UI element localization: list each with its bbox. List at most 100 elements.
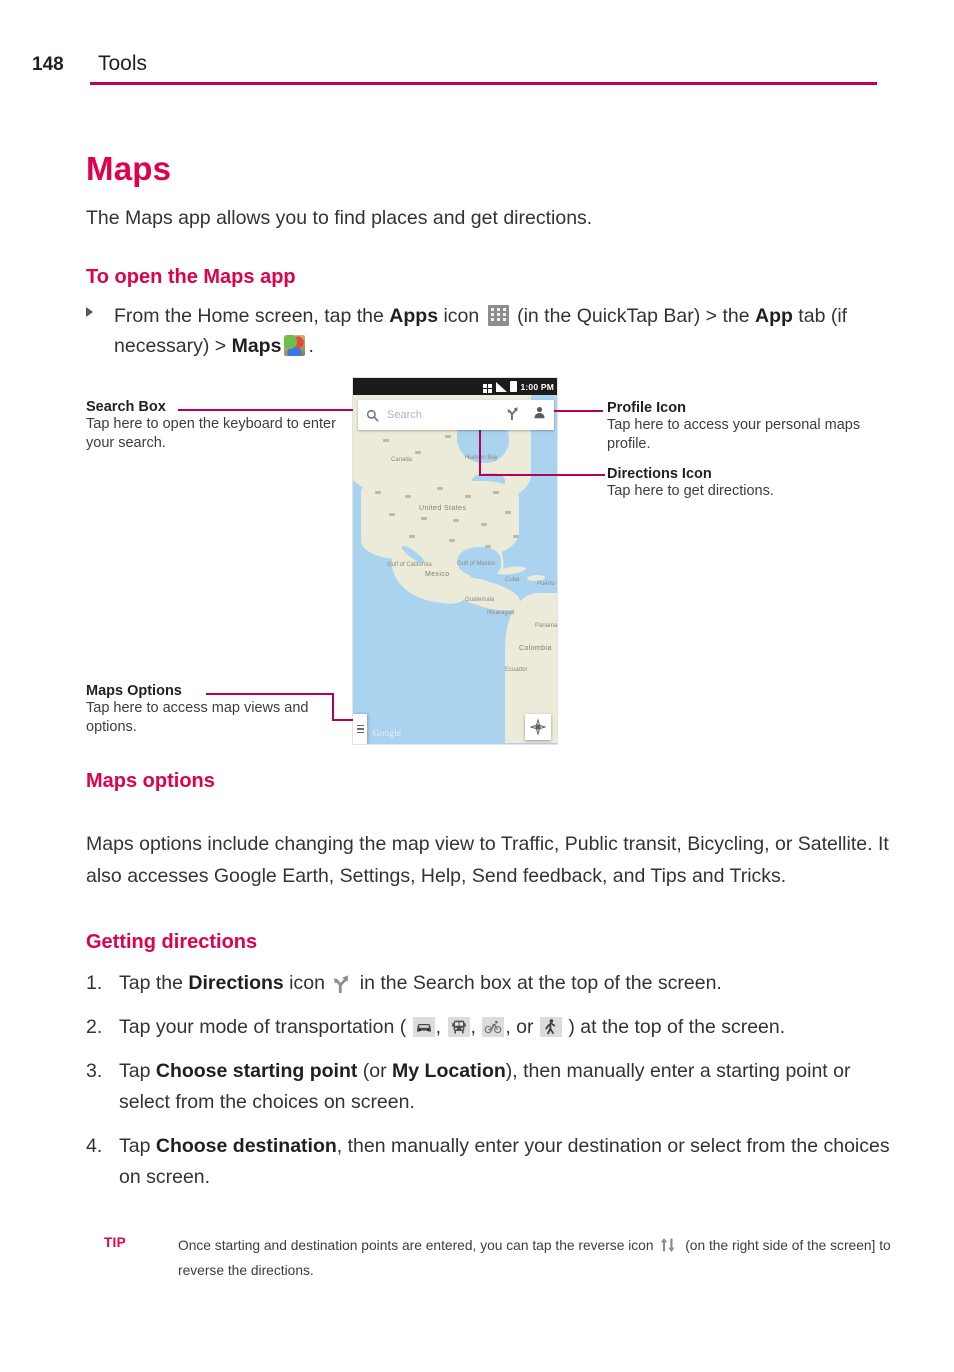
callout-line-maps-options-tail [332,719,353,721]
profile-person-icon [534,406,545,419]
bullet-text-part5: . [308,335,314,357]
bullet-bold-maps: Maps [231,335,282,357]
callout-line-search-box [178,409,353,411]
step-2-sep1: , [435,1016,447,1038]
bullet-text-part2: icon [438,305,485,327]
step-2-number: 2. [86,1016,103,1038]
callout-maps-options: Maps Options Tap here to access map view… [86,683,336,737]
step-1-number: 1. [86,972,103,994]
step-1-part2: icon [283,972,331,994]
bullet-arrow-icon [86,307,93,317]
search-box[interactable]: Search [358,400,554,430]
step-3-part1: Tap [119,1060,156,1082]
callout-line-maps-options-vert [332,693,334,721]
step-2-part1: Tap your mode of transportation ( [119,1016,412,1038]
hamburger-lines-icon [356,724,364,727]
step-3: 3. Tap Choose starting point (or My Locat… [86,1056,906,1118]
bullet-text-part3: (in the QuickTap Bar) > the [511,305,755,327]
maps-options-paragraph: Maps options include changing the map vi… [86,832,889,887]
directions-fork-icon [507,406,518,421]
callout-title-maps-options: Maps Options [86,683,182,699]
step-2-sep2: , [470,1016,482,1038]
map-label-hudson-bay: Hudson Bay [465,455,498,461]
step-3-bold-my-location: My Location [392,1060,506,1082]
tip-body: Once starting and destination points are… [178,1233,894,1283]
page-title: Maps [86,150,172,187]
callout-title-profile-icon: Profile Icon [607,400,686,416]
bullet-text-part1: From the Home screen, tap the [114,305,390,327]
signal-bars-icon [496,381,508,392]
step-1-bold-directions: Directions [188,972,284,994]
map-label-gulf-of-mexico: Gulf of Mexico [457,561,496,567]
reverse-arrows-icon [659,1236,679,1253]
callout-directions-icon: Directions Icon Tap here to get directio… [607,466,897,501]
profile-icon[interactable] [533,406,546,424]
phone-screenshot: 1:00 PM Canada Hudson Bay United States … [352,377,558,745]
map-label-puerto-rico: Puerto Rico [537,581,557,587]
walking-icon [539,1017,562,1037]
callout-body-maps-options: Tap here to access map views and options… [86,700,309,735]
tip-block: TIP Once starting and destination points… [104,1233,894,1283]
maps-app-icon [284,335,306,356]
heading-to-open-maps-app: To open the Maps app [86,266,296,288]
status-bar-time: 1:00 PM [520,381,554,392]
step-2-sep3: , or [505,1016,539,1038]
tip-body-part1: Once starting and destination points are… [178,1238,658,1253]
directions-fork-icon [332,972,352,994]
map-label-colombia: Colombia [519,645,552,652]
bullet-bold-app: App [754,305,793,327]
callout-line-profile-icon [551,410,603,412]
tip-label: TIP [104,1235,126,1250]
heading-maps-options: Maps options [86,770,215,792]
google-watermark: Google [373,728,402,738]
map-label-nicaragua: Nicaragua [487,610,515,616]
step-4-number: 4. [86,1135,103,1157]
step-3-number: 3. [86,1060,103,1082]
wifi-icon [483,381,493,393]
callout-title-directions-icon: Directions Icon [607,466,712,482]
callout-search-box: Search Box Tap here to open the keyboard… [86,399,336,453]
map-label-panama: Panama [535,623,557,629]
map-label-ecuador: Ecuador [505,667,528,673]
bullet-bold-apps: Apps [389,305,439,327]
map-canvas[interactable]: Canada Hudson Bay United States Gulf of … [353,395,557,744]
callout-body-profile-icon: Tap here to access your personal maps pr… [607,417,861,452]
step-2: 2. Tap your mode of transportation ( , , … [86,1012,906,1043]
map-label-cuba: Cuba [505,577,520,583]
step-1: 1. Tap the Directions icon in the Search … [86,968,906,999]
open-maps-bullet: From the Home screen, tap the Apps icon … [86,301,886,361]
bicycle-icon [482,1017,505,1037]
maps-screenshot-figure: 1:00 PM Canada Hudson Bay United States … [0,370,954,765]
page-content: Maps The Maps app allows you to find pla… [0,0,954,1372]
step-4-part1: Tap [119,1135,156,1157]
callout-line-directions-horiz [479,474,605,476]
callout-title-search-box: Search Box [86,399,166,415]
search-icon [366,409,379,421]
step-3-part2: (or [357,1060,393,1082]
map-label-mexico: Mexico [425,571,450,578]
search-input[interactable]: Search [387,409,506,421]
map-label-united-states: United States [419,505,467,512]
step-1-part1: Tap the [119,972,189,994]
map-label-guatemala: Guatemala [465,597,495,603]
map-label-gulf-of-california: Gulf of California [387,562,432,568]
callout-body-search-box: Tap here to open the keyboard to enter y… [86,416,336,451]
map-label-canada: Canada [391,457,413,463]
step-2-part2: ) at the top of the screen. [562,1016,786,1038]
transit-icon [447,1017,470,1037]
callout-profile-icon: Profile Icon Tap here to access your per… [607,400,897,454]
my-location-target-icon [530,719,546,735]
step-4: 4. Tap Choose destination, then manually … [86,1131,906,1193]
callout-body-directions-icon: Tap here to get directions. [607,483,774,499]
my-location-button[interactable] [525,714,551,740]
directions-icon[interactable] [506,406,519,425]
getting-directions-steps: 1. Tap the Directions icon in the Search … [86,968,906,1206]
battery-icon [510,381,518,392]
heading-getting-directions: Getting directions [86,931,258,953]
apps-grid-icon [487,305,509,326]
maps-options-button[interactable] [353,714,367,744]
intro-paragraph: The Maps app allows you to find places a… [86,207,593,229]
step-4-bold-choose-destination: Choose destination [155,1135,337,1157]
step-3-bold-choose-starting-point: Choose starting point [155,1060,358,1082]
step-1-part3: in the Search box at the top of the scre… [354,972,722,994]
